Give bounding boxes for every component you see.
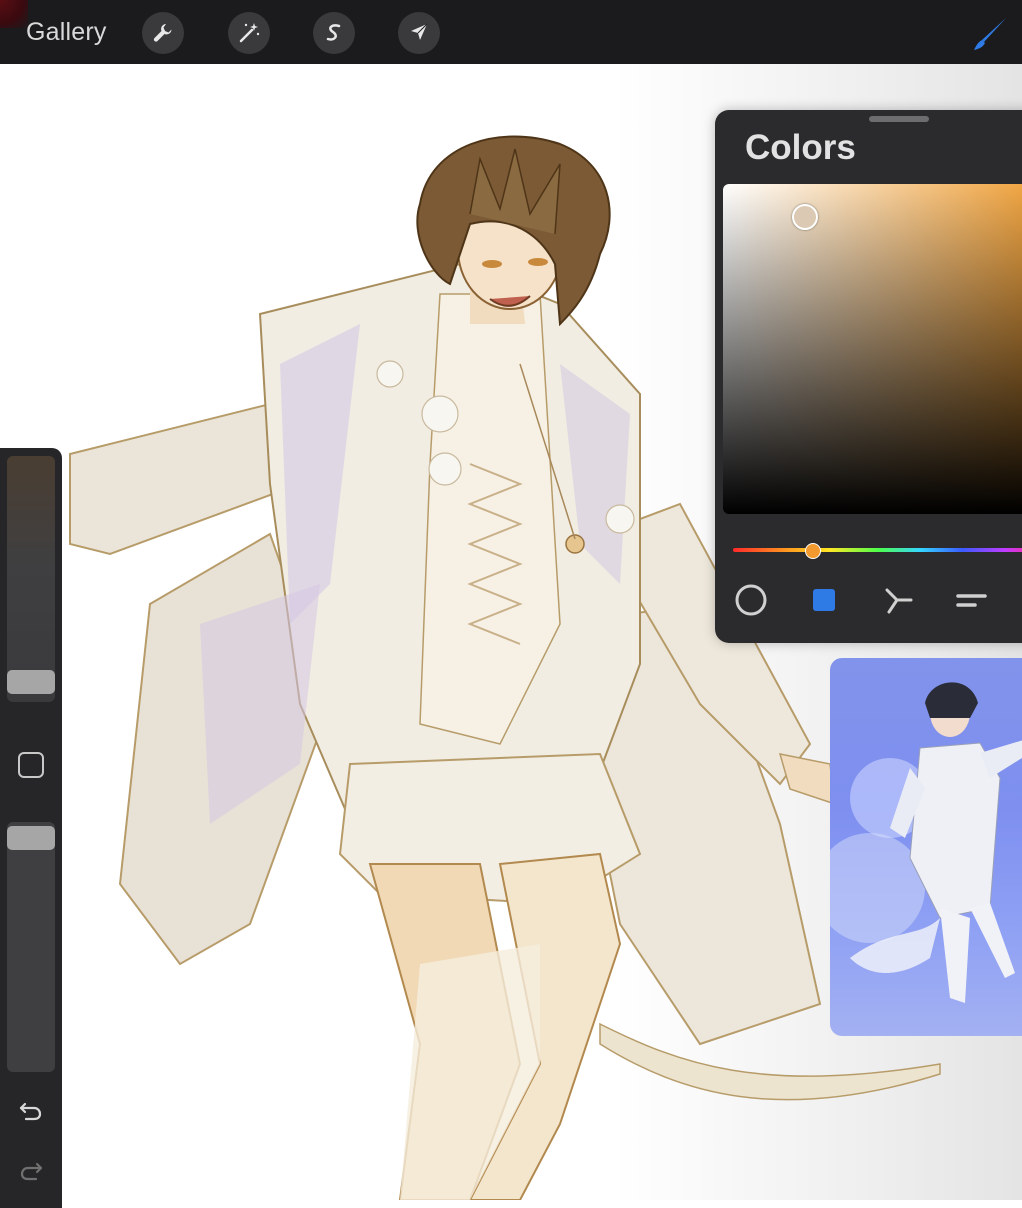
colors-panel: Colors <box>715 110 1022 643</box>
value-lines-icon[interactable] <box>953 582 989 618</box>
window-corner <box>0 0 28 28</box>
reference-image-icon <box>830 682 1022 1003</box>
panel-title: Colors <box>745 128 856 167</box>
brush-icon[interactable] <box>970 14 1010 54</box>
left-sidebar <box>0 448 62 1208</box>
wrench-icon <box>153 24 172 42</box>
reference-panel[interactable] <box>830 658 1022 1036</box>
classic-square-icon[interactable] <box>806 582 842 618</box>
hue-thumb[interactable] <box>805 543 821 559</box>
harmony-icon[interactable] <box>881 582 917 618</box>
disc-icon[interactable] <box>733 582 769 618</box>
color-square-picker[interactable] <box>723 184 1022 514</box>
arrow-cursor-icon <box>411 23 428 40</box>
square-outline-icon[interactable] <box>18 752 44 778</box>
magic-wand-icon <box>239 23 260 43</box>
transform-button[interactable] <box>398 12 440 54</box>
hue-slider[interactable] <box>733 543 1022 559</box>
opacity-slider[interactable] <box>7 822 55 1072</box>
opacity-thumb[interactable] <box>7 826 55 850</box>
gallery-button[interactable]: Gallery <box>26 16 107 48</box>
selection-button[interactable] <box>313 12 355 54</box>
selection-s-icon <box>326 24 341 41</box>
color-picker-thumb[interactable] <box>792 204 818 230</box>
brush-size-slider[interactable] <box>7 456 55 702</box>
redo-icon[interactable] <box>17 1156 45 1184</box>
brush-size-thumb[interactable] <box>7 670 55 694</box>
panel-grabber[interactable] <box>869 116 929 122</box>
actions-button[interactable] <box>142 12 184 54</box>
undo-icon[interactable] <box>17 1096 45 1124</box>
top-toolbar: Gallery <box>0 0 1022 64</box>
adjustments-button[interactable] <box>228 12 270 54</box>
